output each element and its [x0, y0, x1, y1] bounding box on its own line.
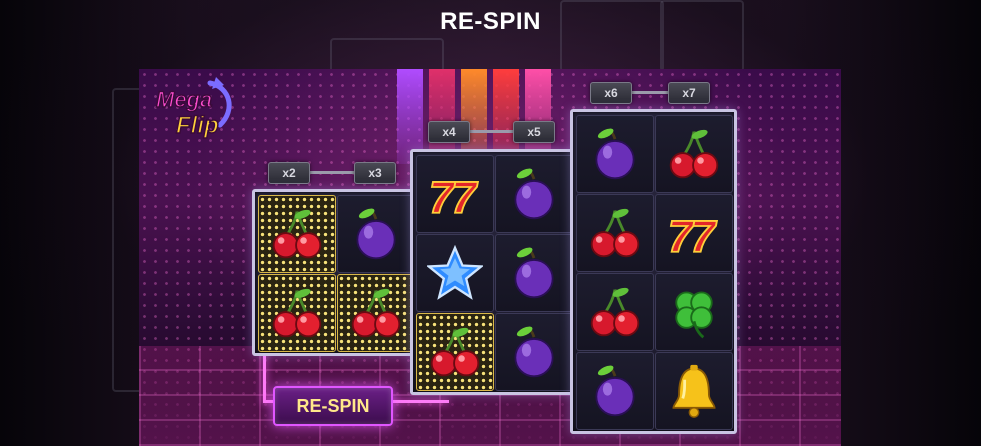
- plum-icon: [514, 247, 554, 299]
- multiplier-badge: x7: [668, 82, 710, 104]
- svg-text:Mega: Mega: [156, 87, 212, 112]
- cherry-icon: [590, 287, 640, 337]
- svg-text:Flip: Flip: [176, 112, 219, 139]
- multiplier-link: [308, 171, 354, 174]
- symbol-cell: [495, 313, 573, 391]
- symbol-cell: [416, 234, 494, 312]
- symbol-cell: [337, 274, 415, 352]
- symbol-cell: [258, 195, 336, 273]
- symbol-cell: [337, 195, 415, 273]
- symbol-cell: [655, 115, 733, 193]
- svg-text:7: 7: [690, 212, 717, 261]
- multiplier-badge: x3: [354, 162, 396, 184]
- neon-connector: [389, 400, 449, 403]
- multiplier-link: [468, 130, 513, 133]
- symbol-cell: [495, 234, 573, 312]
- seven-icon: 7 7: [667, 211, 718, 261]
- svg-text:7: 7: [451, 173, 478, 222]
- cherry-icon: [272, 209, 322, 259]
- symbol-cell: [576, 194, 654, 272]
- plum-icon: [514, 326, 554, 378]
- seven-icon: 7 7: [428, 172, 479, 222]
- multiplier-badge: x4: [428, 121, 470, 143]
- respin-button[interactable]: RE-SPIN: [273, 386, 393, 426]
- symbol-cell: [655, 352, 733, 430]
- symbol-cell: [576, 115, 654, 193]
- symbol-cell: [495, 155, 573, 233]
- cherry-icon: [669, 129, 719, 179]
- plum-icon: [595, 365, 635, 417]
- symbol-cell: [576, 273, 654, 351]
- clover-icon: [675, 291, 713, 339]
- multiplier-badge: x5: [513, 121, 555, 143]
- multiplier-badge: x2: [268, 162, 310, 184]
- cherry-icon: [430, 327, 480, 377]
- plum-icon: [595, 128, 635, 180]
- plum-icon: [514, 168, 554, 220]
- neon-connector: [263, 348, 266, 402]
- reel-3: 7 7: [570, 109, 737, 434]
- symbol-cell: [655, 273, 733, 351]
- symbol-cell: 7 7: [655, 194, 733, 272]
- reel-1: [252, 189, 419, 356]
- page-title: RE-SPIN: [440, 8, 541, 35]
- cherry-icon: [351, 288, 401, 338]
- multiplier-badge: x6: [590, 82, 632, 104]
- symbol-cell: [416, 313, 494, 391]
- multiplier-link: [630, 91, 668, 94]
- symbol-cell: 7 7: [416, 155, 494, 233]
- cherry-icon: [590, 208, 640, 258]
- mega-flip-logo: Mega Flip: [155, 77, 232, 140]
- star-icon: [427, 245, 483, 300]
- plum-icon: [356, 208, 396, 260]
- reel-2: 7 7: [410, 149, 577, 395]
- cherry-icon: [272, 288, 322, 338]
- symbol-cell: [576, 352, 654, 430]
- symbol-cell: [258, 274, 336, 352]
- bell-icon: [672, 364, 716, 418]
